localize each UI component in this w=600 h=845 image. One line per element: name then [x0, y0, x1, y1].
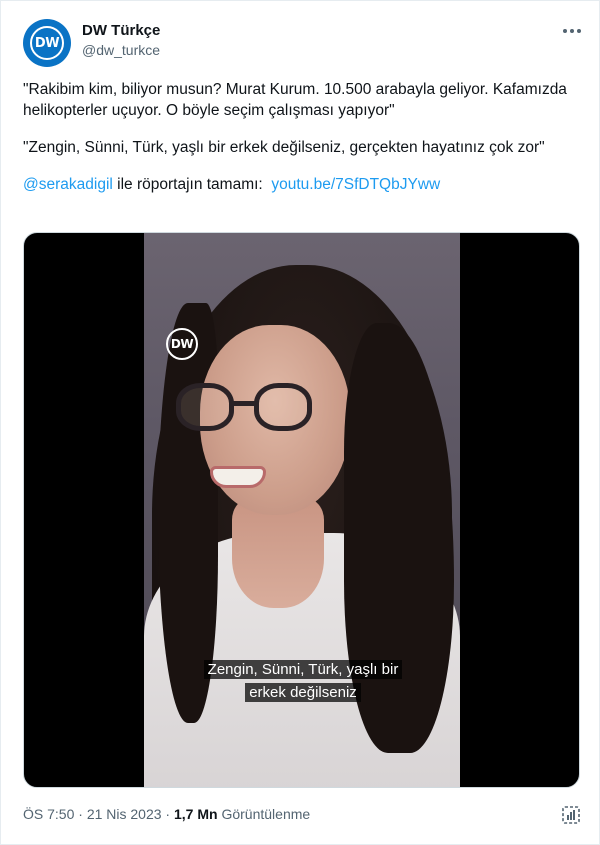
view-count: 1,7 Mn: [174, 806, 218, 822]
glasses-lens-right: [254, 383, 312, 431]
analytics-icon[interactable]: [561, 805, 581, 825]
meta-separator: ·: [74, 806, 87, 822]
smile-shape: [210, 466, 266, 488]
dw-logo-icon: DW: [30, 26, 64, 60]
tweet-paragraph-3: @serakadigil ile röportajın tamamı: yout…: [23, 174, 578, 195]
tweet-paragraph-2: "Zengin, Sünni, Türk, yaşlı bir erkek de…: [23, 139, 545, 156]
view-count-label: Görüntülenme: [217, 806, 311, 822]
author-handle[interactable]: @dw_turkce: [82, 42, 160, 58]
tweet-card[interactable]: DW DW Türkçe @dw_turkce "Rakibim kim, bi…: [0, 0, 600, 845]
glasses-shape: [176, 383, 320, 445]
author-name[interactable]: DW Türkçe: [82, 22, 160, 39]
caption-line-2: erkek değilseniz: [245, 683, 361, 702]
tweet-paragraph-1: "Rakibim kim, biliyor musun? Murat Kurum…: [23, 81, 567, 119]
meta-separator: ·: [161, 806, 174, 822]
caption-line-1: Zengin, Sünni, Türk, yaşlı bir: [203, 660, 403, 679]
video-url-link[interactable]: youtu.be/7SfDTQbJYww: [271, 176, 440, 193]
tweet-time[interactable]: ÖS 7:50: [23, 806, 74, 822]
tweet-meta: ÖS 7:50 · 21 Nis 2023 · 1,7 Mn Görüntüle…: [23, 806, 310, 822]
mention-suffix: ile röportajın tamamı:: [112, 176, 272, 193]
mention-link[interactable]: @serakadigil: [23, 176, 113, 193]
tweet-date[interactable]: 21 Nis 2023: [87, 806, 162, 822]
tweet-text: "Rakibim kim, biliyor musun? Murat Kurum…: [23, 79, 578, 211]
glasses-lens-left: [176, 383, 234, 431]
more-dots-icon[interactable]: [559, 21, 585, 41]
video-frame: DW Zengin, Sünni, Türk, yaşlı bir erkek …: [144, 233, 460, 787]
video-player[interactable]: DW Zengin, Sünni, Türk, yaşlı bir erkek …: [23, 232, 580, 788]
avatar[interactable]: DW: [23, 19, 71, 67]
dw-watermark-icon: DW: [166, 328, 198, 360]
video-caption: Zengin, Sünni, Türk, yaşlı bir erkek değ…: [178, 658, 428, 704]
